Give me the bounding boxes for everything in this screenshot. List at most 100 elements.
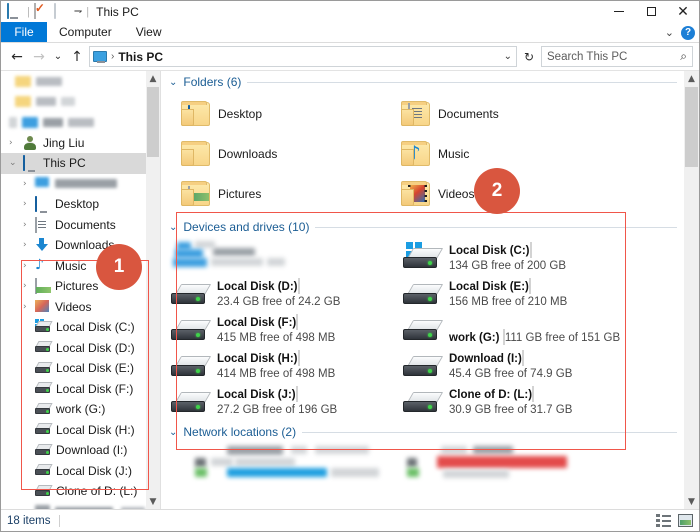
scroll-up-icon[interactable]: ▲ xyxy=(146,71,160,86)
tab-file[interactable]: File xyxy=(1,22,47,42)
refresh-button[interactable]: ↻ xyxy=(519,47,539,67)
drive-icon xyxy=(403,350,443,380)
drive-item-h[interactable]: Local Disk (H:) 414 MB free of 498 MB xyxy=(171,346,403,382)
blurred-network-tile xyxy=(403,446,618,479)
sidebar-item-blurred[interactable]: › xyxy=(1,174,160,195)
chevron-down-icon[interactable]: ⌄ xyxy=(169,77,177,88)
pc-icon[interactable] xyxy=(7,4,23,19)
chevron-down-icon[interactable]: ⌄ xyxy=(9,158,17,168)
scroll-down-icon[interactable]: ▼ xyxy=(146,494,160,509)
folder-item[interactable]: ♪ Music xyxy=(401,134,621,174)
sidebar-item-label: work (G:) xyxy=(56,402,105,416)
minimize-button[interactable] xyxy=(603,1,635,22)
sidebar-item-local-disk-f[interactable]: Local Disk (F:) xyxy=(1,379,160,400)
sidebar-scrollbar[interactable]: ▲ ▼ xyxy=(146,71,160,509)
chevron-right-icon[interactable]: › xyxy=(23,199,27,209)
search-input[interactable]: Search This PC ⌕ xyxy=(541,46,693,67)
group-divider xyxy=(302,432,677,433)
sidebar-item-desktop[interactable]: › Desktop xyxy=(1,194,160,215)
drive-item-c[interactable]: Local Disk (C:) 134 GB free of 200 GB xyxy=(403,238,635,274)
scrollbar-thumb[interactable] xyxy=(147,87,159,157)
chevron-right-icon[interactable]: › xyxy=(23,220,27,230)
drive-icon xyxy=(35,423,52,436)
chevron-down-icon[interactable]: ⌄ xyxy=(169,222,177,233)
drive-icon xyxy=(171,386,211,416)
search-icon[interactable]: ⌕ xyxy=(680,49,687,64)
content-scrollbar[interactable]: ▲ ▼ xyxy=(684,71,699,509)
blurred-nav-item[interactable] xyxy=(1,71,160,92)
sidebar-item-documents[interactable]: › Documents xyxy=(1,215,160,236)
chevron-down-icon[interactable]: ⌄ xyxy=(504,51,512,62)
scroll-down-icon[interactable]: ▼ xyxy=(684,494,699,509)
sidebar-item-local-disk-h[interactable]: Local Disk (H:) xyxy=(1,420,160,441)
maximize-button[interactable] xyxy=(635,1,667,22)
details-view-icon[interactable] xyxy=(656,514,671,527)
blurred-drive-tile xyxy=(171,241,386,274)
sidebar-item-download-i[interactable]: Download (I:) xyxy=(1,440,160,461)
folder-downloads-icon xyxy=(181,141,211,167)
recent-locations-button[interactable]: ⌄ xyxy=(51,47,65,67)
sidebar-item-work-g[interactable]: work (G:) xyxy=(1,399,160,420)
forward-button[interactable]: → xyxy=(29,47,49,67)
chevron-right-icon[interactable]: › xyxy=(9,138,13,148)
chevron-right-icon[interactable]: › xyxy=(23,240,27,250)
blurred-nav-item[interactable] xyxy=(1,112,160,133)
chevron-right-icon[interactable]: › xyxy=(23,261,27,271)
folder-icon[interactable] xyxy=(54,4,70,19)
folder-label: Desktop xyxy=(218,107,262,121)
chevron-right-icon[interactable]: › xyxy=(23,179,27,189)
content-pane: ⌄ Folders (6) Desktop Documents xyxy=(161,71,699,509)
up-button[interactable]: ↑ xyxy=(67,47,87,67)
close-button[interactable]: ✕ xyxy=(667,1,699,22)
group-divider xyxy=(315,227,677,228)
sidebar-item-local-disk-d[interactable]: Local Disk (D:) xyxy=(1,338,160,359)
group-header-folders[interactable]: ⌄ Folders (6) xyxy=(161,71,699,91)
chevron-right-icon[interactable]: › xyxy=(23,302,27,312)
drive-item-blurred[interactable] xyxy=(171,238,403,274)
drive-item-d[interactable]: Local Disk (D:) 23.4 GB free of 24.2 GB xyxy=(171,274,403,310)
group-header-network-locations[interactable]: ⌄ Network locations (2) xyxy=(161,422,699,441)
drive-item-l[interactable]: Clone of D: (L:) 30.9 GB free of 31.7 GB xyxy=(403,382,635,418)
help-icon[interactable]: ? xyxy=(681,26,695,40)
chevron-down-icon[interactable]: ⇁ xyxy=(74,6,82,17)
sidebar-item-jing-liu[interactable]: › Jing Liu xyxy=(1,133,160,154)
folder-item[interactable]: Documents xyxy=(401,94,621,134)
folder-item[interactable]: Desktop xyxy=(181,94,401,134)
drive-icon xyxy=(171,314,211,344)
sidebar-item-local-disk-c[interactable]: Local Disk (C:) xyxy=(1,317,160,338)
drive-item-g[interactable]: work (G:) 111 GB free of 151 GB xyxy=(403,310,635,346)
sidebar-item-blurred-drive[interactable] xyxy=(1,502,160,510)
sidebar-item-this-pc[interactable]: ⌄ This PC xyxy=(1,153,160,174)
tab-computer[interactable]: Computer xyxy=(47,22,124,42)
chevron-down-icon[interactable]: ⌄ xyxy=(169,427,177,438)
sidebar-item-local-disk-j[interactable]: Local Disk (J:) xyxy=(1,461,160,482)
drive-info: Local Disk (H:) 414 MB free of 498 MB xyxy=(217,351,403,382)
folder-item[interactable]: Pictures xyxy=(181,174,401,214)
expand-ribbon-icon[interactable]: ⌄ xyxy=(665,26,674,39)
sidebar-item-clone-of-d-l[interactable]: Clone of D: (L:) xyxy=(1,481,160,502)
network-location-item[interactable] xyxy=(171,443,403,479)
drive-item-f[interactable]: Local Disk (F:) 415 MB free of 498 MB xyxy=(171,310,403,346)
toolbar-divider: | xyxy=(27,6,30,18)
scrollbar-thumb[interactable] xyxy=(685,87,698,167)
drive-item-i[interactable]: Download (I:) 45.4 GB free of 74.9 GB xyxy=(403,346,635,382)
checkbox-icon[interactable] xyxy=(34,4,50,19)
drive-name: Local Disk (E:) xyxy=(449,281,529,293)
drive-item-j[interactable]: Local Disk (J:) 27.2 GB free of 196 GB xyxy=(171,382,403,418)
group-header-devices-and-drives[interactable]: ⌄ Devices and drives (10) xyxy=(161,218,699,236)
breadcrumb[interactable]: › This PC ⌄ xyxy=(89,46,517,67)
network-location-item[interactable] xyxy=(403,443,635,479)
blurred-nav-item[interactable] xyxy=(1,92,160,113)
scroll-up-icon[interactable]: ▲ xyxy=(684,71,699,86)
back-button[interactable]: ← xyxy=(7,47,27,67)
drive-item-e[interactable]: Local Disk (E:) 156 MB free of 210 MB xyxy=(403,274,635,310)
breadcrumb-path[interactable]: This PC xyxy=(118,50,163,64)
tab-view[interactable]: View xyxy=(124,22,174,42)
sidebar-item-videos[interactable]: › Videos xyxy=(1,297,160,318)
sidebar-item-label: Documents xyxy=(55,218,116,232)
sidebar-item-local-disk-e[interactable]: Local Disk (E:) xyxy=(1,358,160,379)
chevron-right-icon[interactable]: › xyxy=(23,281,27,291)
drive-free-space: 30.9 GB free of 31.7 GB xyxy=(449,404,572,416)
large-icons-view-icon[interactable] xyxy=(678,514,693,527)
folder-item[interactable]: Downloads xyxy=(181,134,401,174)
